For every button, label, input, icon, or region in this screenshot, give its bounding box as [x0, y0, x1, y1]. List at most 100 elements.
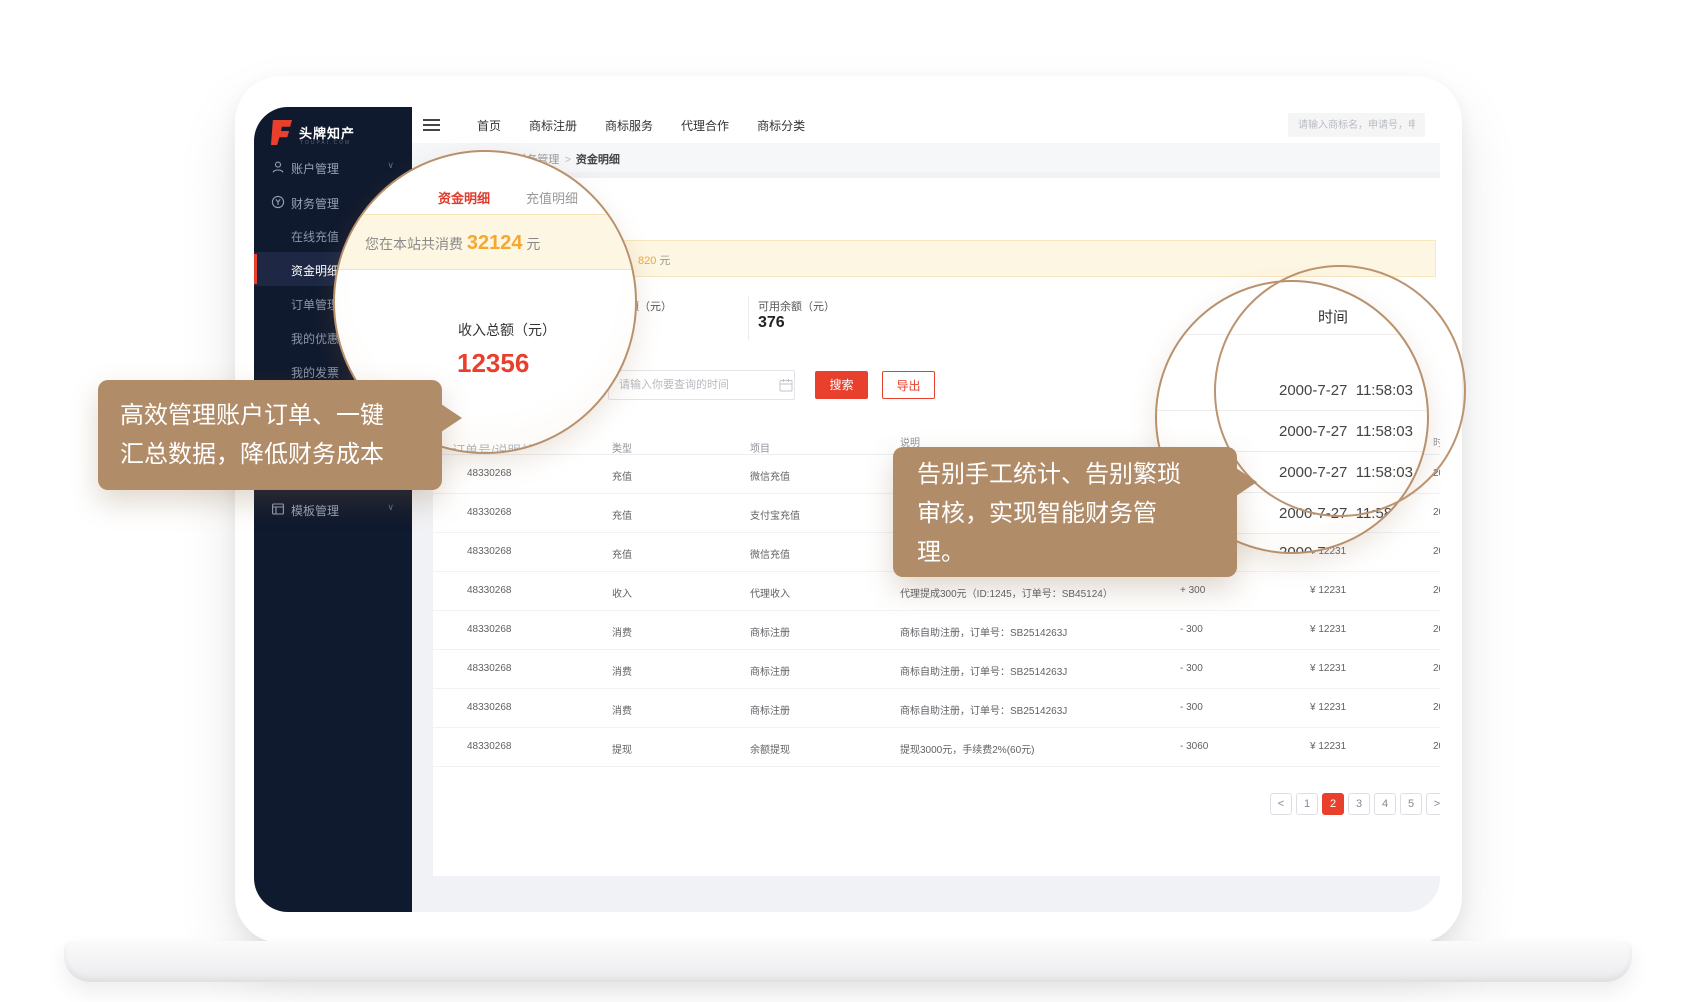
table-row: 48330268 收入 代理收入 代理提成300元（ID:1245，订单号：SB… [433, 572, 1440, 611]
available-balance-label: 可用余额（元） [758, 298, 835, 314]
cell-type: 提现 [612, 741, 632, 756]
pagination-page-button[interactable]: 4 [1374, 793, 1396, 815]
laptop-base [64, 941, 1632, 982]
cell-time: 2000-7-27 11:58:03 [1433, 702, 1440, 713]
cell-order: 48330268 [467, 702, 512, 713]
cell-amount: + 300 [1180, 585, 1205, 596]
cell-balance: ¥ 12231 [1310, 663, 1346, 674]
topnav-item[interactable]: 商标分类 [757, 117, 805, 134]
cell-desc: 商标自助注册，订单号：SB2514263J [900, 663, 1067, 678]
cell-project: 支付宝充值 [750, 507, 800, 522]
search-button[interactable]: 搜索 [815, 371, 868, 399]
cell-balance: ¥ 12231 [1310, 585, 1346, 596]
cell-type: 充值 [612, 507, 632, 522]
available-balance-value: 376 [758, 314, 785, 332]
cell-type: 消费 [612, 624, 632, 639]
calendar-icon [779, 378, 793, 392]
cell-project: 商标注册 [750, 702, 790, 717]
cell-order: 48330268 [467, 585, 512, 596]
cell-order: 48330268 [467, 468, 512, 479]
brand-logo-icon [270, 119, 293, 146]
breadcrumb-current: 资金明细 [576, 154, 620, 166]
sidebar-item-account[interactable]: 账户管理 ∨ [254, 153, 412, 181]
table-row: 48330268 提现 余额提现 提现3000元，手续费2%(60元) - 30… [433, 728, 1440, 767]
cell-time: 2000-7-27 11:58:03 [1433, 624, 1440, 635]
cell-type: 消费 [612, 663, 632, 678]
menu-icon[interactable] [423, 119, 440, 131]
stat-divider [748, 296, 749, 340]
cell-desc: 商标自助注册，订单号：SB2514263J [900, 702, 1067, 717]
tooltip-line: 审核，实现智能财务管 [917, 494, 1237, 533]
brand-logo[interactable]: 头牌知产 TOUPAI.COM [270, 115, 410, 155]
trademark-search-input[interactable] [1288, 113, 1425, 137]
cell-project: 商标注册 [750, 624, 790, 639]
cell-time: 2000-7-27 11:58:03 [1433, 585, 1440, 596]
lens-tab-funds-detail: 资金明细 [438, 188, 490, 207]
cell-balance: ¥ 12231 [1310, 741, 1346, 752]
marketing-screenshot-stage: 头牌知产 TOUPAI.COM 账户管理 ∨ 财务管理 ∧ [0, 0, 1696, 1002]
date-filter-input[interactable] [608, 370, 795, 400]
cell-type: 消费 [612, 702, 632, 717]
topbar: 首页 商标注册 商标服务 代理合作 商标分类 [412, 107, 1440, 143]
cell-amount: - 300 [1180, 702, 1203, 713]
topnav-item[interactable]: 代理合作 [681, 117, 729, 134]
cell-order: 48330268 [467, 741, 512, 752]
pagination-prev-button[interactable]: < [1270, 793, 1292, 815]
cell-desc: 商标自助注册，订单号：SB2514263J [900, 624, 1067, 639]
cell-desc: 代理提成300元（ID:1245，订单号：SB45124） [900, 585, 1113, 600]
lens-tab-recharge-detail: 充值明细 [526, 188, 578, 207]
cell-amount: - 3060 [1180, 741, 1208, 752]
cell-order: 48330268 [467, 624, 512, 635]
cell-time: 2000-7-27 11:58:03 [1433, 507, 1440, 518]
topnav-item[interactable]: 商标注册 [529, 117, 577, 134]
tooltip-line: 汇总数据，降低财务成本 [120, 435, 442, 474]
export-button[interactable]: 导出 [882, 371, 935, 399]
sort-icon: ∨ [612, 440, 618, 449]
cell-project: 商标注册 [750, 663, 790, 678]
sidebar-item-template[interactable]: 模板管理 ∨ [254, 495, 412, 523]
cell-project: 代理收入 [750, 585, 790, 600]
pagination-page-button[interactable]: 2 [1322, 793, 1344, 815]
cell-order: 48330268 [467, 663, 512, 674]
pagination-page-button[interactable]: 1 [1296, 793, 1318, 815]
cell-project: 微信充值 [750, 546, 790, 561]
lens-consumption-banner: 您在本站共消费 32124 元 [335, 214, 635, 270]
lens-keyword-placeholder: 订单号/说明关键词 [452, 440, 560, 454]
cell-amount: - 300 [1180, 624, 1203, 635]
tooltip-right: 告别手工统计、告别繁琐审核，实现智能财务管理。 [893, 447, 1237, 577]
cell-time: 2000-7-27 11:58:03 [1433, 741, 1440, 752]
cell-amount: - 300 [1180, 663, 1203, 674]
top-navigation: 首页 商标注册 商标服务 代理合作 商标分类 [477, 107, 805, 143]
user-icon [271, 160, 285, 174]
topnav-item[interactable]: 商标服务 [605, 117, 653, 134]
table-row: 48330268 消费 商标注册 商标自助注册，订单号：SB2514263J -… [433, 689, 1440, 728]
tooltip-line: 告别手工统计、告别繁琐 [917, 455, 1237, 494]
tooltip-line: 高效管理账户订单、一键 [120, 396, 442, 435]
chevron-down-icon: ∨ [387, 160, 394, 171]
cell-type: 充值 [612, 468, 632, 483]
cell-time: 2000-7-27 11:58:03 [1433, 663, 1440, 674]
cell-balance: ¥ 12231 [1310, 624, 1346, 635]
topnav-item[interactable]: 首页 [477, 117, 501, 134]
cell-balance: ¥ 12231 [1310, 702, 1346, 713]
finance-icon [271, 195, 285, 209]
cell-project: 微信充值 [750, 468, 790, 483]
pagination: < 12345 > [1270, 793, 1440, 815]
pagination-page-button[interactable]: 5 [1400, 793, 1422, 815]
pagination-page-button[interactable]: 3 [1348, 793, 1370, 815]
banner-saved-amount: 820 [638, 255, 656, 267]
banner-unit: 元 [659, 255, 670, 267]
cell-order: 48330268 [467, 546, 512, 557]
cell-order: 48330268 [467, 507, 512, 518]
cell-type: 收入 [612, 585, 632, 600]
cell-time: 2000-7-27 11:58:03 [1433, 546, 1440, 557]
lens-income-value: 12356 [457, 348, 529, 379]
pagination-next-button[interactable]: > [1426, 793, 1440, 815]
breadcrumb-bar: 个人中心>财务管理>资金明细 [412, 143, 1440, 172]
template-icon [271, 502, 285, 516]
chevron-down-icon: ∨ [387, 502, 394, 513]
sort-icon: ∨ [750, 440, 756, 449]
table-row: 48330268 消费 商标注册 商标自助注册，订单号：SB2514263J -… [433, 611, 1440, 650]
brand-tagline: TOUPAI.COM [300, 140, 351, 146]
tooltip-line: 理。 [917, 533, 1237, 572]
